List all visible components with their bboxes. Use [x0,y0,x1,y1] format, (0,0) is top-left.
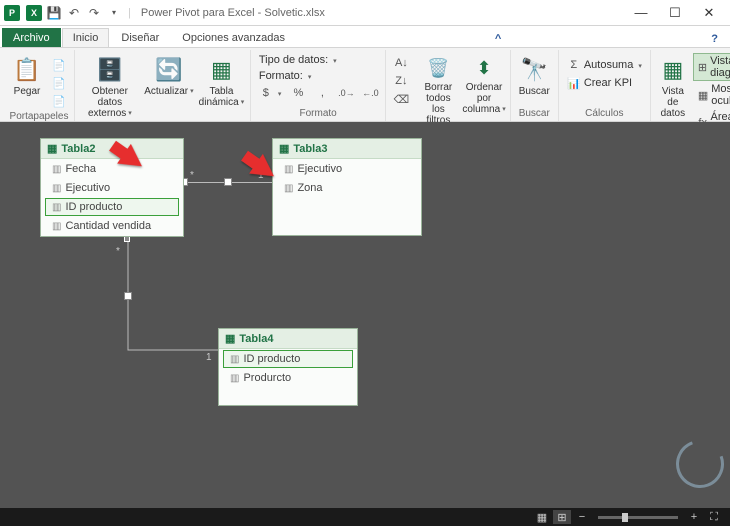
create-kpi-button[interactable]: 📊Crear KPI [563,74,636,92]
window-title: Power Pivot para Excel - Solvetic.xlsx [141,7,325,19]
field-zona[interactable]: ▥Zona [277,179,417,197]
paste-special-icon[interactable]: 📄 [48,56,70,74]
field-ejecutivo[interactable]: ▥Ejecutivo [45,179,179,197]
diagram-view-button[interactable]: ⊞Vista de diagrama [693,53,730,81]
undo-icon[interactable]: ↶ [66,5,82,21]
sort-by-column-button[interactable]: ⬍ Ordenar por columna [462,52,505,118]
increase-decimal-button[interactable]: .0→ [335,84,357,102]
comma-button[interactable]: , [311,84,333,102]
status-bar: ▦ ⊞ − + ⛶ [0,508,730,526]
diagram-view-icon[interactable]: ⊞ [553,510,571,524]
refresh-button[interactable]: 🔄 Actualizar [143,52,195,100]
paste-link-icon[interactable]: 📄 [48,74,70,92]
sort-asc-button[interactable]: A↓ [390,54,412,72]
group-clipboard: 📋 Pegar 📄 📄 📄 Portapapeles [4,50,75,121]
group-external-data: 🗄️ Obtener datos externos 🔄 Actualizar ▦… [75,50,251,121]
table-header-tabla3[interactable]: ▦Tabla3 [273,139,421,159]
minimize-ribbon-icon[interactable]: ^ [491,31,505,47]
pivot-icon: ▦ [206,55,236,85]
copy-icon[interactable]: 📄 [48,92,70,110]
get-data-button[interactable]: 🗄️ Obtener datos externos [79,52,141,122]
excel-icon[interactable]: X [26,5,42,21]
watermark-logo [668,432,730,496]
tab-file[interactable]: Archivo [2,28,61,47]
clear-sort-button[interactable]: ⌫ [390,90,412,108]
table-header-tabla4[interactable]: ▦Tabla4 [219,329,357,349]
relationship-t2-t4[interactable] [110,240,230,380]
rel-handle-2[interactable] [224,178,232,186]
help-icon[interactable]: ? [707,31,722,47]
group-view: ▦ Vista de datos ⊞Vista de diagrama ▦Mos… [651,50,730,121]
close-button[interactable]: ✕ [692,0,726,26]
datatype-dropdown[interactable]: Tipo de datos: [255,52,341,68]
field-producto[interactable]: ▥Produrcto [223,369,353,387]
data-view-button[interactable]: ▦ Vista de datos [655,52,691,122]
column-icon: ▥ [230,373,239,384]
column-icon: ▥ [52,202,61,213]
rel-label-many-2: * [116,246,120,257]
tab-advanced[interactable]: Opciones avanzadas [171,28,296,47]
maximize-button[interactable]: ☐ [658,0,692,26]
minimize-button[interactable]: — [624,0,658,26]
field-fecha[interactable]: ▥Fecha [45,160,179,178]
tab-design[interactable]: Diseñar [110,28,170,47]
rel-handle-3[interactable] [124,292,132,300]
group-format: Tipo de datos: Formato: $ % , .0→ ←.0 Fo… [251,50,387,121]
pivot-table-button[interactable]: ▦ Tabla dinámica [197,52,246,111]
diagram-canvas[interactable]: * 1 * 1 ▦Tabla2 ▥Fecha ▥Ejecutivo ▥ID pr… [0,122,730,508]
redo-icon[interactable]: ↷ [86,5,102,21]
zoom-thumb[interactable] [622,513,628,522]
database-icon: 🗄️ [95,55,125,85]
clear-filter-icon: 🗑️ [425,55,451,81]
column-icon: ▥ [52,164,61,175]
zoom-fit-button[interactable]: ⛶ [705,510,723,524]
qat-dropdown-icon[interactable]: ▾ [106,5,122,21]
table-node-tabla4[interactable]: ▦Tabla4 ▥ID producto ▥Produrcto [218,328,358,406]
sort-icon: ⬍ [471,55,497,81]
field-id-producto-t4[interactable]: ▥ID producto [223,350,353,368]
clear-filters-button[interactable]: 🗑️ Borrar todos los filtros [416,52,460,129]
column-icon: ▥ [52,183,61,194]
group-calculations: ΣAutosuma 📊Crear KPI Cálculos [559,50,651,121]
find-button[interactable]: 🔭 Buscar [515,52,554,100]
table-node-tabla3[interactable]: ▦Tabla3 ▥Ejecutivo ▥Zona [272,138,422,236]
zoom-in-button[interactable]: + [685,510,703,524]
percent-button[interactable]: % [287,84,309,102]
ribbon-tabs: Archivo Inicio Diseñar Opciones avanzada… [0,26,730,48]
show-hidden-button[interactable]: ▦Mostrar oculto [693,81,730,109]
decrease-decimal-button[interactable]: ←.0 [359,84,381,102]
rel-label-one-2: 1 [206,352,212,363]
title-separator: | [128,7,131,19]
group-sort-filter: A↓ Z↓ ⌫ 🗑️ Borrar todos los filtros ⬍ Or… [386,50,510,121]
autosum-button[interactable]: ΣAutosuma [563,56,646,74]
table-icon: ▦ [225,332,235,345]
ribbon: 📋 Pegar 📄 📄 📄 Portapapeles 🗄️ Obtener da… [0,48,730,122]
column-icon: ▥ [284,164,293,175]
field-cantidad-vendida[interactable]: ▥Cantidad vendida [45,217,179,235]
app-icon: P [4,5,20,21]
paste-button[interactable]: 📋 Pegar [8,52,46,100]
tab-home[interactable]: Inicio [62,28,110,47]
field-id-producto[interactable]: ▥ID producto [45,198,179,216]
grid-icon: ▦ [658,55,688,85]
zoom-slider[interactable] [598,516,678,519]
table-icon: ▦ [279,142,289,155]
table-icon: ▦ [47,142,57,155]
column-icon: ▥ [52,221,61,232]
refresh-icon: 🔄 [154,55,184,85]
column-icon: ▥ [230,354,239,365]
format-dropdown[interactable]: Formato: [255,68,316,84]
zoom-out-button[interactable]: − [573,510,591,524]
data-view-icon[interactable]: ▦ [533,510,551,524]
sort-desc-button[interactable]: Z↓ [390,72,412,90]
binoculars-icon: 🔭 [519,55,549,85]
rel-label-many: * [190,170,194,181]
paste-icon: 📋 [12,55,42,85]
currency-button[interactable]: $ [255,84,286,102]
title-bar: P X 💾 ↶ ↷ ▾ | Power Pivot para Excel - S… [0,0,730,26]
field-ejecutivo-t3[interactable]: ▥Ejecutivo [277,160,417,178]
save-icon[interactable]: 💾 [46,5,62,21]
column-icon: ▥ [284,183,293,194]
group-find: 🔭 Buscar Buscar [511,50,559,121]
